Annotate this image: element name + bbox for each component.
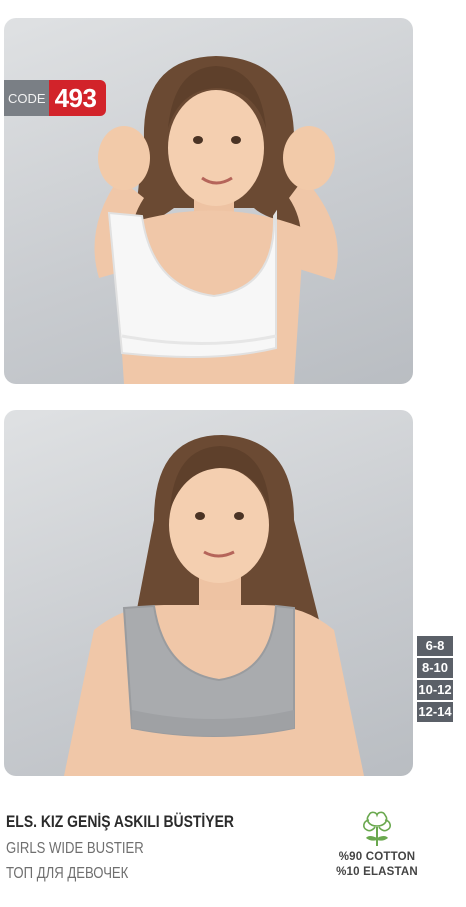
size-chip: 8-10 <box>417 658 453 678</box>
product-title-turkish: ELS. KIZ GENİŞ ASKILI BÜSTİYER <box>6 812 234 831</box>
product-photo-white-bustier: CODE 493 <box>4 18 413 384</box>
size-chip: 12-14 <box>417 702 453 722</box>
size-chip: 6-8 <box>417 636 453 656</box>
product-code-badge: CODE 493 <box>4 80 107 116</box>
cotton-plant-icon <box>363 811 391 846</box>
size-list: 6-8 8-10 10-12 12-14 <box>417 636 453 722</box>
product-title-russian: ТОП ДЛЯ ДЕВОЧЕК <box>6 865 129 882</box>
size-chip: 10-12 <box>417 680 453 700</box>
code-number: 493 <box>48 80 107 116</box>
composition-cotton: %90 COTTON <box>338 851 416 863</box>
product-title-english: GIRLS WIDE BUSTIER <box>6 840 144 857</box>
composition-elastan: %10 ELASTAN <box>336 866 418 878</box>
model-illustration-white <box>94 56 338 384</box>
model-illustration-gray <box>64 435 364 776</box>
product-photo-gray-bustier <box>4 410 413 776</box>
fabric-composition: %90 COTTON %10 ELASTAN <box>322 808 432 880</box>
code-label: CODE <box>4 80 49 116</box>
